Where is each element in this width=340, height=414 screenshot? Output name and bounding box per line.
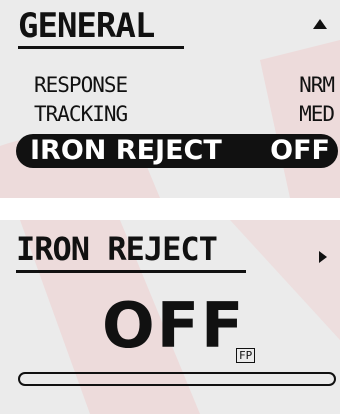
menu-item-response[interactable]: RESPONSE NRM xyxy=(34,72,335,98)
title-underline xyxy=(18,46,184,49)
menu-item-value: NRM xyxy=(299,73,335,97)
menu-item-label: RESPONSE xyxy=(34,73,128,97)
page-title: IRON REJECT xyxy=(16,230,218,268)
level-bar xyxy=(18,372,336,386)
setting-value: OFF xyxy=(102,289,246,362)
triangle-right-icon[interactable] xyxy=(318,250,328,264)
menu-item-label: IRON REJECT xyxy=(30,135,222,166)
fp-badge: FP xyxy=(236,348,256,363)
triangle-up-icon[interactable] xyxy=(312,18,328,30)
menu-item-value: MED xyxy=(299,102,335,126)
menu-item-value: OFF xyxy=(270,135,330,166)
menu-item-label: TRACKING xyxy=(34,102,128,126)
menu-item-tracking[interactable]: TRACKING MED xyxy=(34,101,335,127)
general-menu-screen: GENERAL RESPONSE NRM TRACKING MED IRON R… xyxy=(0,0,340,198)
title-underline xyxy=(16,270,246,273)
menu-item-iron-reject[interactable]: IRON REJECT OFF xyxy=(16,134,338,168)
iron-reject-screen: IRON REJECT OFF FP xyxy=(0,220,340,414)
page-title: GENERAL xyxy=(18,6,155,46)
